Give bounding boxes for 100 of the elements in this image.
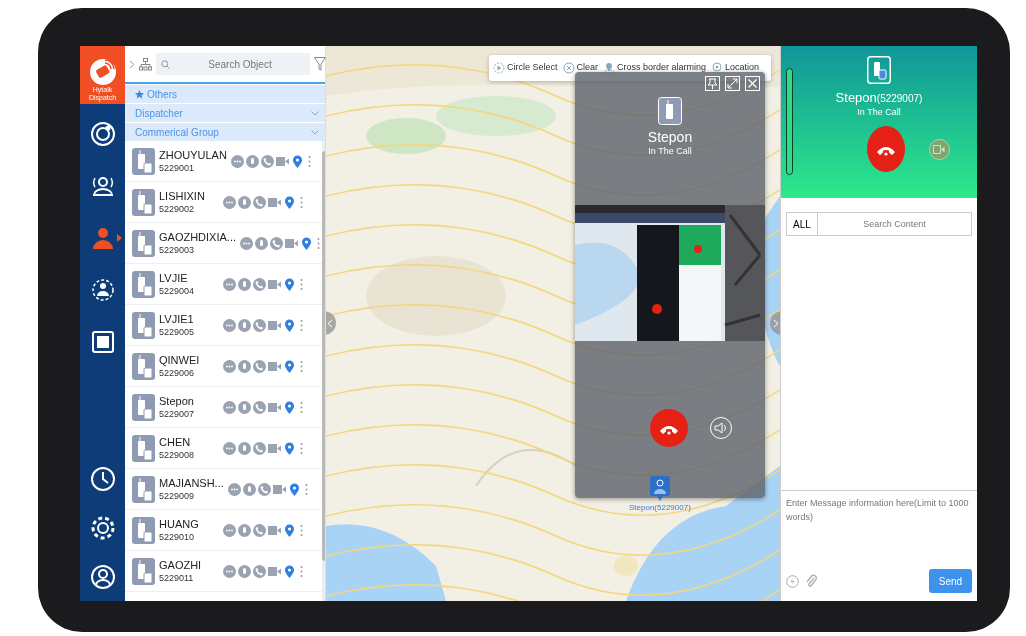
microphone-icon[interactable] bbox=[238, 359, 251, 373]
location-pin-icon[interactable] bbox=[300, 236, 313, 250]
location-pin-icon[interactable] bbox=[283, 400, 296, 414]
contact-row[interactable]: Stepon 5229007 bbox=[125, 387, 322, 428]
contact-row[interactable]: LISHIXIN 5229002 bbox=[125, 182, 322, 223]
chat-icon[interactable] bbox=[240, 236, 253, 250]
phone-icon[interactable] bbox=[253, 523, 266, 537]
contact-row[interactable]: GAOZHDIXIA... 5229003 bbox=[125, 223, 322, 264]
microphone-icon[interactable] bbox=[242, 482, 256, 496]
contact-name: GAOZHDIXIA... bbox=[159, 230, 236, 244]
search-icon bbox=[161, 60, 170, 69]
video-icon[interactable] bbox=[268, 277, 281, 291]
chat-icon[interactable] bbox=[223, 195, 236, 209]
contact-number: 5229010 bbox=[159, 531, 196, 543]
contact-row[interactable]: QINWEI 5229006 bbox=[125, 346, 322, 387]
location-pin-icon[interactable] bbox=[290, 154, 304, 168]
clock-icon bbox=[88, 464, 117, 493]
phone-icon[interactable] bbox=[253, 359, 266, 373]
contact-name: ZHOUYULAN bbox=[159, 148, 227, 162]
chat-icon[interactable] bbox=[223, 318, 236, 332]
contact-row[interactable]: CHEN 5229008 bbox=[125, 428, 322, 469]
contact-row[interactable]: ZHOUYULAN 5229001 bbox=[125, 141, 322, 182]
more-icon[interactable] bbox=[315, 236, 322, 250]
video-button[interactable] bbox=[928, 138, 950, 160]
video-icon[interactable] bbox=[268, 318, 281, 332]
location-pin-icon[interactable] bbox=[283, 523, 296, 537]
contact-row[interactable]: MAJIANSH... 5229009 bbox=[125, 469, 322, 510]
location-pin-icon[interactable] bbox=[283, 277, 296, 291]
phone-icon[interactable] bbox=[253, 195, 266, 209]
video-icon[interactable] bbox=[285, 236, 298, 250]
more-icon[interactable] bbox=[298, 195, 305, 209]
location-pin-icon[interactable] bbox=[287, 482, 301, 496]
contact-row[interactable]: GAOZHI 5229011 bbox=[125, 551, 322, 592]
user-icon bbox=[88, 562, 117, 591]
microphone-icon[interactable] bbox=[238, 564, 251, 578]
contact-name: QINWEI bbox=[159, 353, 200, 367]
video-icon[interactable] bbox=[268, 441, 281, 455]
chat-icon[interactable] bbox=[223, 400, 236, 414]
microphone-icon[interactable] bbox=[238, 523, 251, 537]
video-icon[interactable] bbox=[268, 195, 281, 209]
contact-row[interactable]: LVJIE1 5229005 bbox=[125, 305, 322, 346]
chat-icon[interactable] bbox=[227, 482, 241, 496]
video-icon[interactable] bbox=[268, 359, 281, 373]
contact-row[interactable]: HUANG 5229010 bbox=[125, 510, 322, 551]
contact-name: HUANG bbox=[159, 517, 199, 531]
video-icon[interactable] bbox=[272, 482, 286, 496]
radio-device-icon bbox=[132, 188, 155, 216]
more-icon[interactable] bbox=[298, 523, 305, 537]
microphone-icon[interactable] bbox=[238, 400, 251, 414]
chat-icon[interactable] bbox=[223, 523, 236, 537]
search-field[interactable]: Search Content bbox=[818, 212, 972, 236]
location-pin-icon[interactable] bbox=[283, 195, 296, 209]
contact-number: 5229002 bbox=[159, 203, 196, 215]
microphone-icon[interactable] bbox=[238, 318, 251, 332]
filter-dropdown[interactable]: ALL bbox=[786, 212, 818, 236]
video-icon[interactable] bbox=[268, 564, 281, 578]
more-icon[interactable] bbox=[298, 400, 305, 414]
more-icon[interactable] bbox=[298, 277, 305, 291]
phone-icon[interactable] bbox=[253, 441, 266, 455]
video-icon[interactable] bbox=[268, 400, 281, 414]
phone-icon[interactable] bbox=[253, 277, 266, 291]
phone-icon[interactable] bbox=[253, 400, 266, 414]
location-pin-icon[interactable] bbox=[283, 441, 296, 455]
search-field[interactable]: Search Object bbox=[156, 53, 310, 75]
video-icon[interactable] bbox=[275, 154, 289, 168]
radio-device-icon bbox=[132, 352, 155, 380]
contact-name: GAOZHI bbox=[159, 558, 202, 572]
chat-icon[interactable] bbox=[230, 154, 244, 168]
phone-icon[interactable] bbox=[260, 154, 274, 168]
chat-icon[interactable] bbox=[223, 359, 236, 373]
phone-icon[interactable] bbox=[257, 482, 271, 496]
lightning-icon[interactable] bbox=[786, 574, 799, 588]
paperclip-icon[interactable] bbox=[805, 574, 817, 588]
star-icon bbox=[135, 89, 144, 99]
microphone-icon[interactable] bbox=[238, 277, 251, 291]
chat-icon[interactable] bbox=[223, 564, 236, 578]
microphone-icon[interactable] bbox=[238, 195, 251, 209]
chat-icon[interactable] bbox=[223, 441, 236, 455]
video-icon[interactable] bbox=[268, 523, 281, 537]
hang-up-button[interactable] bbox=[866, 126, 905, 172]
phone-icon[interactable] bbox=[253, 318, 266, 332]
microphone-icon[interactable] bbox=[238, 441, 251, 455]
phone-icon[interactable] bbox=[253, 564, 266, 578]
more-icon[interactable] bbox=[298, 564, 305, 578]
microphone-icon[interactable] bbox=[245, 154, 259, 168]
more-icon[interactable] bbox=[298, 441, 305, 455]
location-pin-icon[interactable] bbox=[283, 564, 296, 578]
microphone-icon[interactable] bbox=[255, 236, 268, 250]
contact-number: 5229009 bbox=[159, 490, 196, 502]
contact-name: LVJIE1 bbox=[159, 312, 194, 326]
radio-device-icon bbox=[132, 516, 155, 544]
more-icon[interactable] bbox=[298, 318, 305, 332]
location-pin-icon[interactable] bbox=[283, 318, 296, 332]
contact-row[interactable]: LVJIE 5229004 bbox=[125, 264, 322, 305]
contact-number: 5229006 bbox=[159, 367, 196, 379]
chevron-icon bbox=[129, 59, 135, 69]
location-pin-icon[interactable] bbox=[283, 359, 296, 373]
more-icon[interactable] bbox=[298, 359, 305, 373]
phone-icon[interactable] bbox=[270, 236, 283, 250]
chat-icon[interactable] bbox=[223, 277, 236, 291]
